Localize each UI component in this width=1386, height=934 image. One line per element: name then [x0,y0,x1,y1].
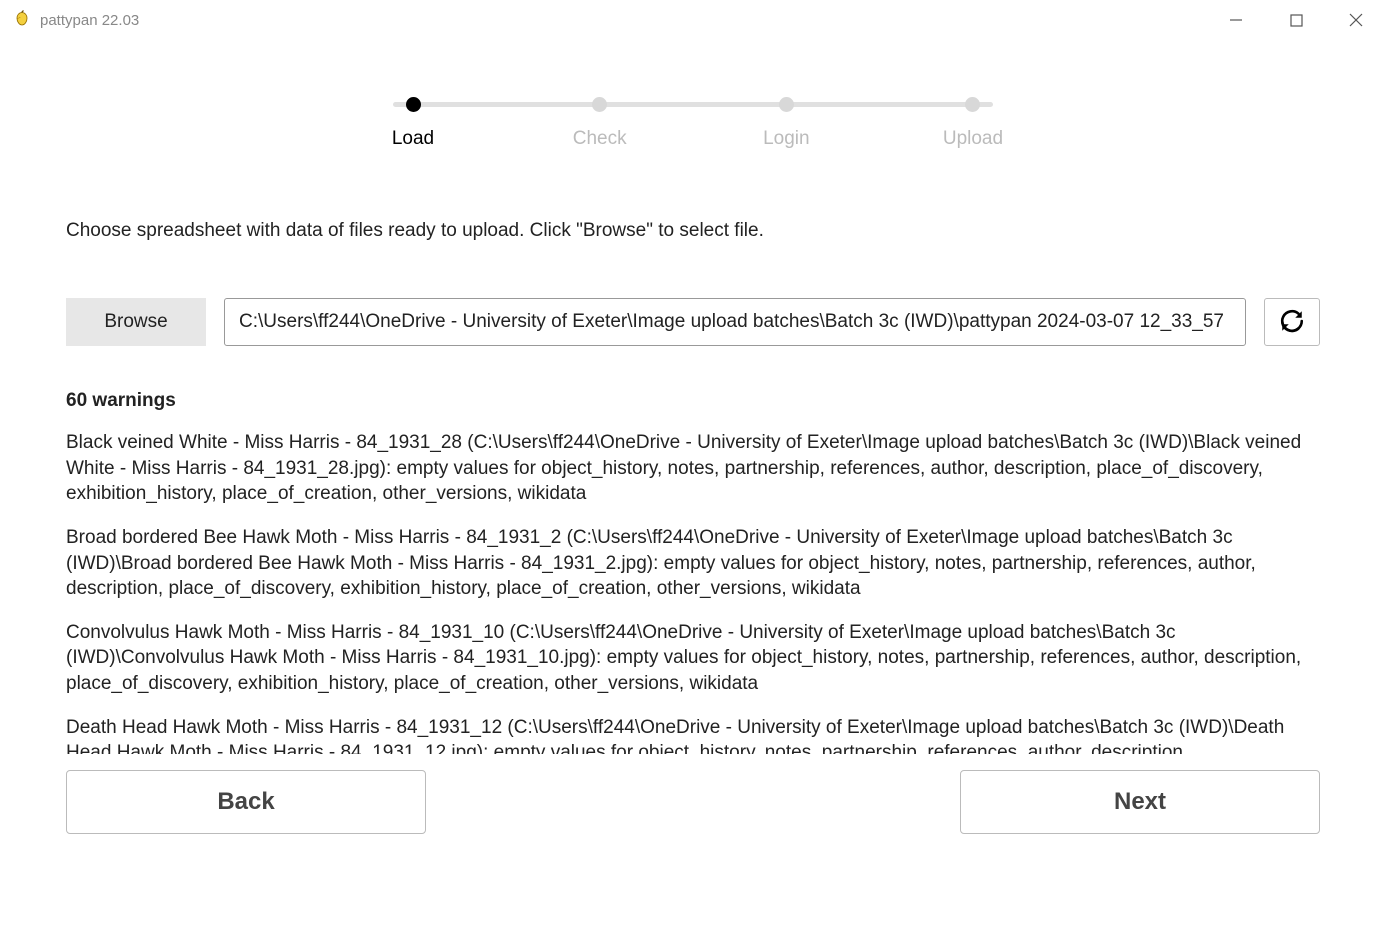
window-title: pattypan 22.03 [40,12,139,29]
step-upload: Upload [933,95,1013,150]
step-dot [965,97,980,112]
step-check: Check [560,95,640,150]
step-label: Upload [943,128,1003,150]
warning-item: Convolvulus Hawk Moth - Miss Harris - 84… [66,620,1312,697]
warnings-panel[interactable]: 60 warnings Black veined White - Miss Ha… [66,390,1320,754]
next-button[interactable]: Next [960,770,1320,834]
maximize-button[interactable] [1266,0,1326,40]
instruction-text: Choose spreadsheet with data of files re… [66,220,1320,242]
browse-button[interactable]: Browse [66,298,206,346]
back-button[interactable]: Back [66,770,426,834]
step-dot [406,97,421,112]
close-button[interactable] [1326,0,1386,40]
step-label: Load [392,128,434,150]
step-label: Check [573,128,627,150]
warning-item: Black veined White - Miss Harris - 84_19… [66,430,1312,507]
app-icon [12,10,32,30]
step-load: Load [373,95,453,150]
refresh-button[interactable] [1264,298,1320,346]
step-dot [779,97,794,112]
progress-stepper: Load Check Login Upload [373,95,1013,150]
refresh-icon [1279,308,1305,337]
file-select-row: Browse [66,298,1320,346]
warning-item: Broad bordered Bee Hawk Moth - Miss Harr… [66,525,1312,602]
file-path-input[interactable] [224,298,1246,346]
step-label: Login [763,128,810,150]
title-bar: pattypan 22.03 [0,0,1386,40]
step-dot [592,97,607,112]
minimize-button[interactable] [1206,0,1266,40]
warnings-heading: 60 warnings [66,390,1312,412]
nav-row: Back Next [66,770,1320,834]
warning-item: Death Head Hawk Moth - Miss Harris - 84_… [66,715,1312,754]
step-login: Login [746,95,826,150]
window-controls [1206,0,1386,40]
